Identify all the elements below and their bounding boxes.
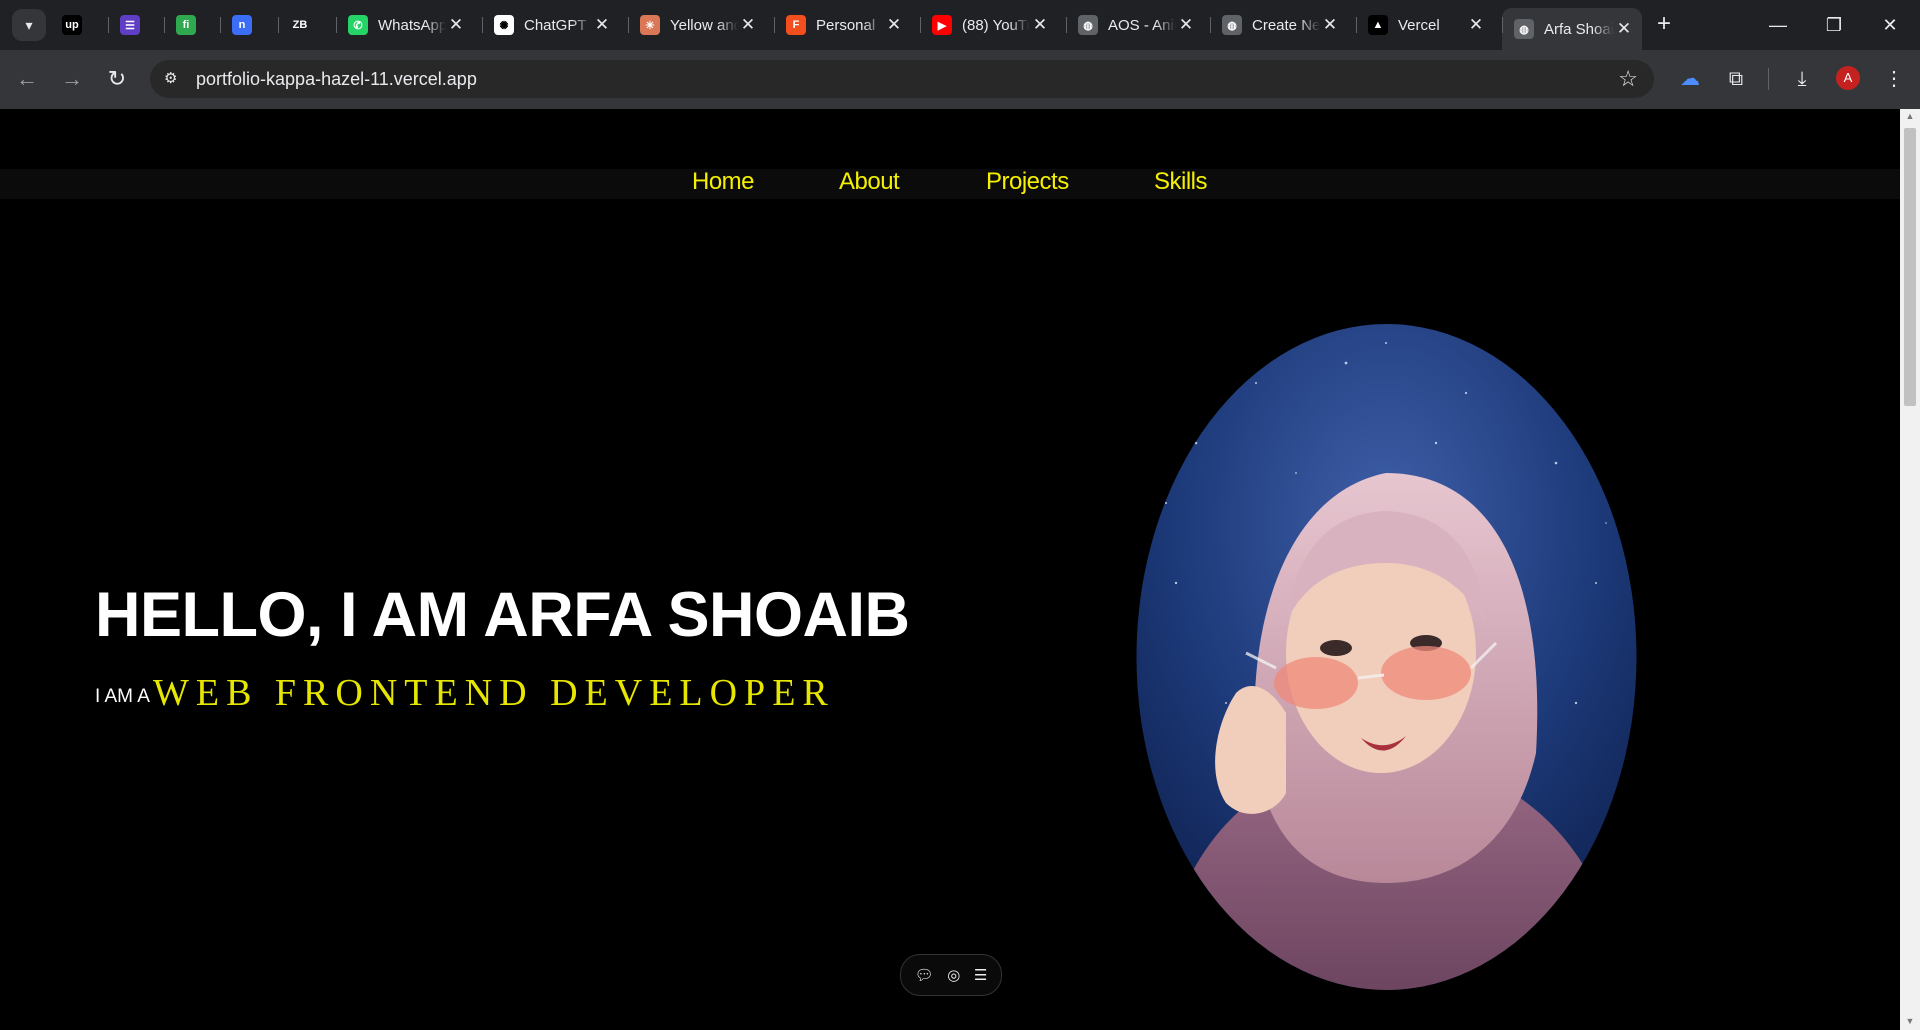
browser-tab[interactable]: ☰ bbox=[108, 8, 158, 42]
tab-title: Yellow and bbox=[670, 16, 738, 34]
nav-about-link[interactable]: About bbox=[839, 168, 900, 196]
nav-projects-link[interactable]: Projects bbox=[986, 168, 1069, 196]
tab-close-icon[interactable]: ✕ bbox=[592, 15, 612, 35]
browser-tab[interactable]: ✳ Yellow and ✕ bbox=[628, 8, 766, 42]
browser-tab[interactable]: n bbox=[220, 8, 272, 42]
address-bar[interactable]: ⚙ portfolio-kappa-hazel-11.vercel.app ☆ bbox=[150, 60, 1654, 98]
tab-title: AOS - Animate bbox=[1108, 16, 1176, 34]
tab-favicon-icon: ▶ bbox=[932, 15, 952, 35]
tab-favicon-icon: n bbox=[232, 15, 252, 35]
cloud-sync-icon[interactable]: ☁ bbox=[1674, 63, 1706, 95]
browser-menu-icon[interactable]: ⋮ bbox=[1878, 63, 1910, 95]
restore-button[interactable]: ❐ bbox=[1806, 8, 1862, 42]
nav-skills-link[interactable]: Skills bbox=[1154, 168, 1208, 196]
tab-title: WhatsApp bbox=[378, 16, 446, 34]
browser-tab[interactable]: up bbox=[50, 8, 102, 42]
window-close-button[interactable]: ✕ bbox=[1862, 8, 1918, 42]
tab-title: (88) YouTube bbox=[962, 16, 1030, 34]
tab-title: Create Next bbox=[1252, 16, 1320, 34]
tab-strip: ▾ up ☰ fi n ZB ✆ WhatsApp ✕ ✺ ChatGPT ✕ ✳ Yellow and… bbox=[0, 0, 1920, 50]
scroll-up-arrow[interactable]: ▲ bbox=[1902, 111, 1918, 121]
minimize-button[interactable]: — bbox=[1750, 8, 1806, 42]
tab-favicon-icon: ✆ bbox=[348, 15, 368, 35]
browser-tab[interactable]: F Personal ✕ bbox=[774, 8, 912, 42]
tab-close-icon[interactable]: ✕ bbox=[884, 15, 904, 35]
tab-favicon-icon: ZB bbox=[290, 15, 310, 35]
browser-tab[interactable]: ◍ AOS - Animate✕ bbox=[1066, 8, 1204, 42]
tab-close-icon[interactable]: ✕ bbox=[446, 15, 466, 35]
tab-favicon-icon: ▲ bbox=[1368, 15, 1388, 35]
hero-role-typewriter: WEB FRONTEND DEVELOPER bbox=[153, 672, 835, 714]
scrollbar-thumb[interactable] bbox=[1904, 128, 1916, 406]
tab-close-icon[interactable]: ✕ bbox=[1466, 15, 1486, 35]
browser-tab[interactable]: ▶ (88) YouTube✕ bbox=[920, 8, 1058, 42]
browser-tab[interactable]: fi bbox=[164, 8, 214, 42]
tab-title: Personal bbox=[816, 16, 876, 34]
browser-tab[interactable]: ◍ Arfa Shoaib✕ bbox=[1502, 8, 1642, 50]
tab-favicon-icon: ◍ bbox=[1222, 15, 1242, 35]
tab-favicon-icon: ☰ bbox=[120, 15, 140, 35]
tab-favicon-icon: up bbox=[62, 15, 82, 35]
tab-search-button[interactable]: ▾ bbox=[12, 9, 46, 41]
tab-favicon-icon: fi bbox=[176, 15, 196, 35]
menu-icon[interactable]: ☰ bbox=[974, 966, 987, 984]
tab-title: Arfa Shoaib bbox=[1544, 20, 1614, 38]
tab-close-icon[interactable]: ✕ bbox=[1176, 15, 1196, 35]
tab-favicon-icon: ✺ bbox=[494, 15, 514, 35]
hero-prefix: I AM A bbox=[95, 686, 150, 707]
extensions-icon[interactable]: ⧉ bbox=[1720, 63, 1752, 95]
tab-close-icon[interactable]: ✕ bbox=[1320, 15, 1340, 35]
download-icon[interactable]: ⤓ bbox=[1786, 63, 1818, 95]
browser-tab[interactable]: ◍ Create Next✕ bbox=[1210, 8, 1348, 42]
browser-chrome: ▾ up ☰ fi n ZB ✆ WhatsApp ✕ ✺ ChatGPT ✕ ✳ Yellow and… bbox=[0, 0, 1920, 109]
browser-tab[interactable]: ▲ Vercel ✕ bbox=[1356, 8, 1494, 42]
tab-close-icon[interactable]: ✕ bbox=[1614, 19, 1634, 39]
new-tab-button[interactable]: + bbox=[1650, 10, 1678, 40]
profile-avatar[interactable]: A bbox=[1836, 66, 1860, 90]
comment-icon[interactable]: 💬︎ bbox=[915, 966, 934, 984]
bookmark-star-icon[interactable]: ☆ bbox=[1618, 66, 1638, 92]
tab-title: ChatGPT bbox=[524, 16, 587, 34]
tab-favicon-icon: F bbox=[786, 15, 806, 35]
forward-button[interactable]: → bbox=[55, 62, 89, 96]
back-button[interactable]: ← bbox=[10, 62, 44, 96]
tab-favicon-icon: ◍ bbox=[1514, 19, 1534, 39]
profile-portrait bbox=[1136, 324, 1637, 990]
scroll-down-arrow[interactable]: ▼ bbox=[1902, 1016, 1918, 1026]
browser-tab[interactable]: ✆ WhatsApp ✕ bbox=[336, 8, 474, 42]
tab-close-icon[interactable]: ✕ bbox=[738, 15, 758, 35]
tab-favicon-icon: ✳ bbox=[640, 15, 660, 35]
browser-tab[interactable]: ZB bbox=[278, 8, 328, 42]
tab-close-icon[interactable]: ✕ bbox=[1030, 15, 1050, 35]
url-text[interactable]: portfolio-kappa-hazel-11.vercel.app bbox=[196, 69, 477, 90]
eye-icon[interactable]: ◎ bbox=[947, 966, 960, 984]
webpage: Home About Projects Skills HELLO, I AM A… bbox=[0, 109, 1900, 1030]
tab-favicon-icon: ◍ bbox=[1078, 15, 1098, 35]
site-navbar bbox=[0, 169, 1900, 199]
site-info-icon[interactable]: ⚙ bbox=[164, 69, 177, 87]
toolbar-divider bbox=[1768, 68, 1769, 90]
hero-heading: HELLO, I AM ARFA SHOAIB bbox=[95, 580, 910, 650]
floating-toolbar: 💬︎ ◎ ☰ bbox=[900, 954, 1002, 996]
tab-title: Vercel bbox=[1398, 16, 1440, 34]
browser-tab[interactable]: ✺ ChatGPT ✕ bbox=[482, 8, 620, 42]
chevron-down-icon: ▾ bbox=[25, 16, 33, 33]
nav-home-link[interactable]: Home bbox=[692, 168, 755, 196]
reload-button[interactable]: ↻ bbox=[100, 62, 134, 96]
